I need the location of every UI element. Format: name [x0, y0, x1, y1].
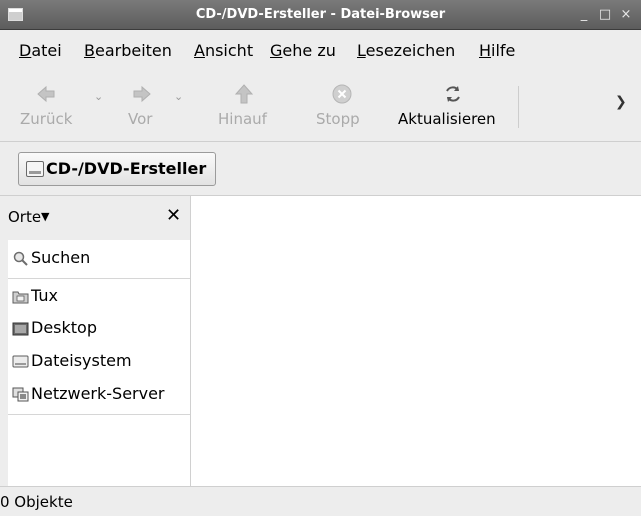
- sidebar-item-label: Desktop: [31, 318, 97, 337]
- optical-drive-icon: [26, 161, 44, 177]
- forward-button[interactable]: Vor ⌄: [118, 72, 183, 142]
- forward-history-chevron-icon[interactable]: ⌄: [174, 90, 183, 103]
- side-pane-header: Orte ▼ ✕: [8, 196, 190, 240]
- item-count-status: 0 Objekte: [0, 493, 73, 511]
- file-browser-window: CD-/DVD-Ersteller - Datei-Browser _ □ × …: [0, 0, 641, 516]
- up-button[interactable]: Hinauf: [214, 72, 276, 142]
- arrow-left-icon: [37, 85, 55, 103]
- network-server-icon: [12, 387, 29, 402]
- harddisk-icon: [12, 355, 29, 368]
- location-bar: CD-/DVD-Ersteller: [0, 142, 641, 196]
- back-button[interactable]: Zurück ⌄: [14, 72, 103, 142]
- side-pane-divider: [8, 414, 190, 415]
- sidebar-item-tux[interactable]: Tux: [8, 282, 190, 312]
- toolbar-overflow-chevron-icon[interactable]: ❯: [615, 94, 627, 110]
- menu-datei[interactable]: Datei: [19, 41, 62, 61]
- side-pane-divider: [8, 278, 190, 279]
- maximize-button[interactable]: □: [597, 7, 613, 23]
- toolbar-separator: [518, 86, 519, 128]
- sidebar-item-label: Netzwerk-Server: [31, 384, 165, 403]
- forward-label: Vor: [128, 110, 153, 128]
- desktop-icon: [12, 322, 29, 336]
- sidebar-item-label: Suchen: [31, 248, 91, 267]
- status-bar: 0 Objekte: [0, 486, 641, 516]
- stop-label: Stopp: [316, 110, 360, 128]
- sidebar-item-label: Dateisystem: [31, 351, 132, 370]
- side-pane-selector[interactable]: Orte: [8, 208, 41, 226]
- up-label: Hinauf: [218, 110, 267, 128]
- search-icon: [13, 251, 28, 266]
- window-title: CD-/DVD-Ersteller - Datei-Browser: [195, 7, 446, 22]
- stop-button[interactable]: Stopp: [312, 72, 372, 142]
- arrow-right-icon: [133, 85, 151, 103]
- sidebar-item-netzwerk-server[interactable]: Netzwerk-Server: [8, 380, 190, 410]
- menu-bar: Datei Bearbeiten Ansicht Gehe zu Lesezei…: [0, 30, 641, 72]
- menu-gehe-zu[interactable]: Gehe zu: [270, 41, 336, 61]
- sidebar-item-desktop[interactable]: Desktop: [8, 314, 190, 344]
- sidebar-item-suchen[interactable]: Suchen: [8, 244, 190, 274]
- sidebar-item-dateisystem[interactable]: Dateisystem: [8, 347, 190, 377]
- menu-lesezeichen[interactable]: Lesezeichen: [357, 41, 455, 61]
- home-folder-icon: [12, 291, 29, 304]
- menu-bearbeiten[interactable]: Bearbeiten: [84, 41, 172, 61]
- stop-icon: [332, 84, 352, 104]
- back-label: Zurück: [20, 110, 73, 128]
- close-window-button[interactable]: ×: [618, 7, 634, 23]
- title-bar[interactable]: CD-/DVD-Ersteller - Datei-Browser _ □ ×: [0, 0, 641, 30]
- back-history-chevron-icon[interactable]: ⌄: [94, 90, 103, 103]
- arrow-up-icon: [234, 84, 254, 104]
- file-view-area[interactable]: [190, 196, 641, 486]
- sidebar-item-label: Tux: [31, 286, 58, 305]
- close-side-pane-icon[interactable]: ✕: [166, 205, 181, 226]
- path-button-label: CD-/DVD-Ersteller: [46, 159, 207, 178]
- path-button-cd-dvd-ersteller[interactable]: CD-/DVD-Ersteller: [18, 152, 216, 186]
- chevron-down-icon[interactable]: ▼: [41, 210, 49, 223]
- side-pane: Orte ▼ ✕ Suchen Tux Desktop Dateisystem …: [8, 196, 190, 486]
- menu-hilfe[interactable]: Hilfe: [479, 41, 515, 61]
- menu-ansicht[interactable]: Ansicht: [194, 41, 253, 61]
- reload-button[interactable]: Aktualisieren: [398, 72, 508, 142]
- toolbar: Zurück ⌄ Vor ⌄ Hinauf Stopp Aktualisiere…: [0, 72, 641, 142]
- reload-icon: [446, 86, 460, 102]
- minimize-button[interactable]: _: [576, 7, 592, 23]
- reload-label: Aktualisieren: [398, 110, 496, 128]
